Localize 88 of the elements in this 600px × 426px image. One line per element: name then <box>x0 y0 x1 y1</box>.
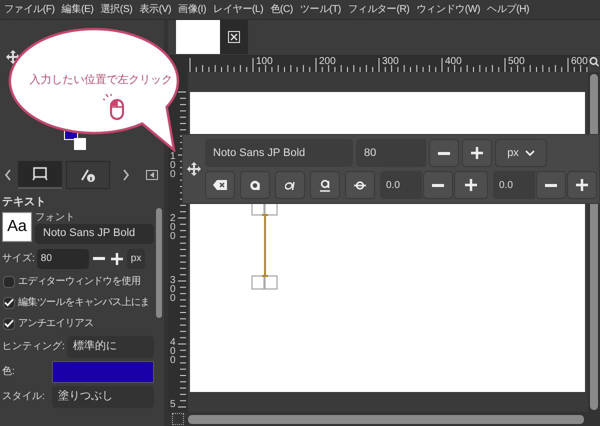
ruler-label: 100 <box>256 56 273 68</box>
chevron-right-icon[interactable] <box>122 169 130 181</box>
panel-menu-icon[interactable] <box>146 170 158 180</box>
callout-text: 入力したい位置で左クリック <box>28 73 174 88</box>
image-thumbnail[interactable] <box>176 20 220 54</box>
ruler-label: 200 <box>319 56 336 68</box>
ruler-label: 300 <box>382 56 399 68</box>
checkbox-label: アンチエイリアス <box>18 317 94 331</box>
mouse-left-click-icon <box>103 94 125 120</box>
size-label: サイズ: <box>2 252 35 266</box>
ruler-label: 100 <box>170 152 176 179</box>
monitor-icon <box>32 167 48 181</box>
ruler-label: 5 <box>170 400 176 409</box>
ruler-label: 300 <box>170 276 176 303</box>
plus-icon <box>471 147 483 159</box>
menu-item[interactable]: 画像(I) <box>178 2 206 17</box>
color-label: 色: <box>2 365 16 379</box>
ruler-label: 500 <box>508 56 525 68</box>
plus-icon <box>465 179 477 191</box>
chevron-down-icon <box>524 150 535 156</box>
ruler-label: 400 <box>445 56 462 68</box>
underline-a-icon <box>320 178 330 192</box>
minus-icon <box>438 152 450 154</box>
brush-info-icon <box>80 168 96 182</box>
decrease-button[interactable] <box>423 171 453 199</box>
baseline-field[interactable]: 0.0 <box>380 171 422 199</box>
close-icon <box>228 31 240 43</box>
style-dropdown[interactable]: 塗りつぶし <box>52 386 154 408</box>
menu-item[interactable]: 色(C) <box>270 2 293 17</box>
strikethrough-a-icon <box>354 180 366 190</box>
minus-icon <box>92 257 105 260</box>
plus-icon <box>576 179 588 191</box>
backspace-icon <box>213 180 227 190</box>
bold-a-icon <box>250 180 260 190</box>
font-label: フォント <box>35 212 76 224</box>
checkbox[interactable] <box>3 296 15 308</box>
quick-mask-icon[interactable] <box>172 413 184 425</box>
size-field[interactable]: 80 <box>36 248 89 268</box>
checkmark-icon <box>4 319 14 328</box>
checkmark-icon <box>4 298 14 307</box>
increase-button[interactable] <box>454 171 488 199</box>
menu-item[interactable]: ツール(T) <box>300 2 341 17</box>
font-field[interactable]: Noto Sans JP Bold <box>35 224 154 244</box>
menu-item[interactable]: ファイル(F) <box>4 2 55 17</box>
unit-dropdown[interactable]: px <box>495 139 547 167</box>
italic-a-icon <box>285 180 295 190</box>
underline-button[interactable] <box>310 171 340 199</box>
minus-icon <box>432 184 444 186</box>
menu-item[interactable]: 選択(S) <box>100 2 132 17</box>
menu-item[interactable]: レイヤー(L) <box>213 2 264 17</box>
menu-item[interactable]: ウィンドウ(W) <box>416 2 480 17</box>
menu-item[interactable]: フィルター(R) <box>348 2 410 17</box>
italic-button[interactable] <box>275 171 305 199</box>
scrollbar-thumb[interactable] <box>188 414 584 424</box>
scrollbar-thumb[interactable] <box>156 208 162 318</box>
bold-button[interactable] <box>240 171 270 199</box>
font-field[interactable]: Noto Sans JP Bold <box>205 139 353 167</box>
ruler-label: 400 <box>170 338 176 365</box>
menu-item[interactable]: 表示(V) <box>139 2 172 17</box>
style-label: スタイル: <box>2 390 46 404</box>
increase-button[interactable] <box>462 139 492 167</box>
checkbox-label: エディターウィンドウを使用 <box>18 275 140 289</box>
checkbox[interactable] <box>3 318 15 330</box>
checkbox-label: 編集ツールをキャンバス上にま <box>18 296 150 310</box>
dock-tab[interactable] <box>66 161 110 189</box>
hinting-dropdown[interactable]: 標準的に <box>66 336 154 358</box>
increase-button[interactable] <box>567 171 597 199</box>
font-preview[interactable]: Aa <box>2 212 32 242</box>
checkbox[interactable] <box>3 276 15 288</box>
kerning-field[interactable]: 0.0 <box>493 171 535 199</box>
hinting-label: ヒンティング: <box>2 340 65 354</box>
drag-handle-icon <box>187 162 201 176</box>
minus-icon <box>545 184 557 186</box>
menu-item[interactable]: ヘルプ(H) <box>487 2 530 17</box>
unit-dropdown[interactable]: px <box>126 248 146 268</box>
ruler-label: 600 <box>571 56 588 68</box>
plus-icon <box>110 252 123 264</box>
decrease-button[interactable] <box>429 139 459 167</box>
color-button[interactable] <box>52 360 154 382</box>
decrease-button[interactable] <box>536 171 566 199</box>
panel-title: テキスト <box>2 195 47 210</box>
ruler-label: 200 <box>170 214 176 241</box>
dock-tab[interactable] <box>18 161 62 189</box>
close-button[interactable] <box>220 20 248 54</box>
size-field[interactable]: 80 <box>356 139 426 167</box>
strikethrough-button[interactable] <box>345 171 375 199</box>
menu-item[interactable]: 編集(E) <box>62 2 94 17</box>
clear-style-button[interactable] <box>205 171 235 199</box>
